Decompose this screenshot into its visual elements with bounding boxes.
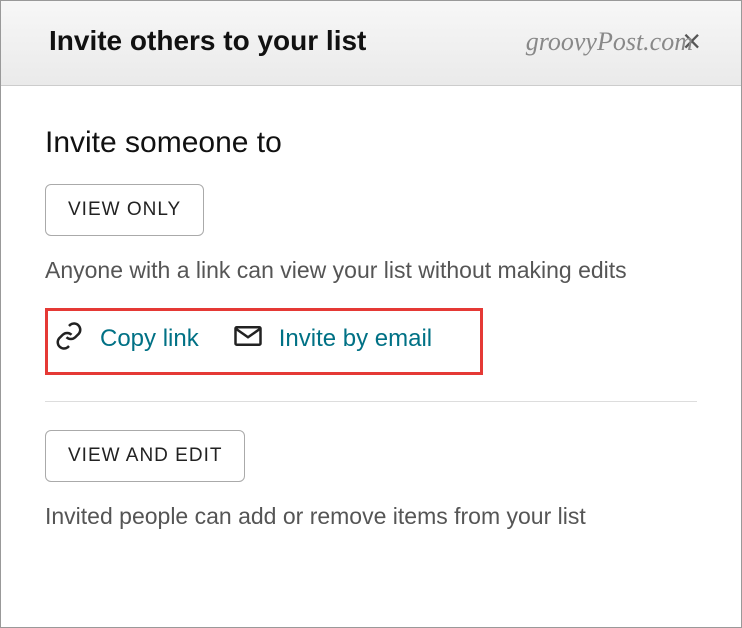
invite-email-label: Invite by email: [279, 325, 432, 353]
dialog-content: Invite someone to VIEW ONLY Anyone with …: [1, 86, 741, 574]
email-icon: [233, 321, 263, 356]
share-links-row: Copy link Invite by email: [45, 308, 483, 375]
section-divider: [45, 401, 697, 402]
close-icon[interactable]: ×: [682, 25, 701, 57]
copy-link-label: Copy link: [100, 325, 199, 353]
view-only-description: Anyone with a link can view your list wi…: [45, 254, 697, 286]
dialog-title: Invite others to your list: [49, 25, 366, 57]
copy-link-action[interactable]: Copy link: [54, 321, 199, 356]
invite-subtitle: Invite someone to: [45, 126, 697, 160]
invite-email-action[interactable]: Invite by email: [233, 321, 432, 356]
view-only-button[interactable]: VIEW ONLY: [45, 184, 204, 236]
dialog-header: Invite others to your list ×: [1, 1, 741, 86]
link-icon: [54, 321, 84, 356]
view-and-edit-button[interactable]: VIEW AND EDIT: [45, 430, 245, 482]
view-edit-description: Invited people can add or remove items f…: [45, 500, 697, 532]
